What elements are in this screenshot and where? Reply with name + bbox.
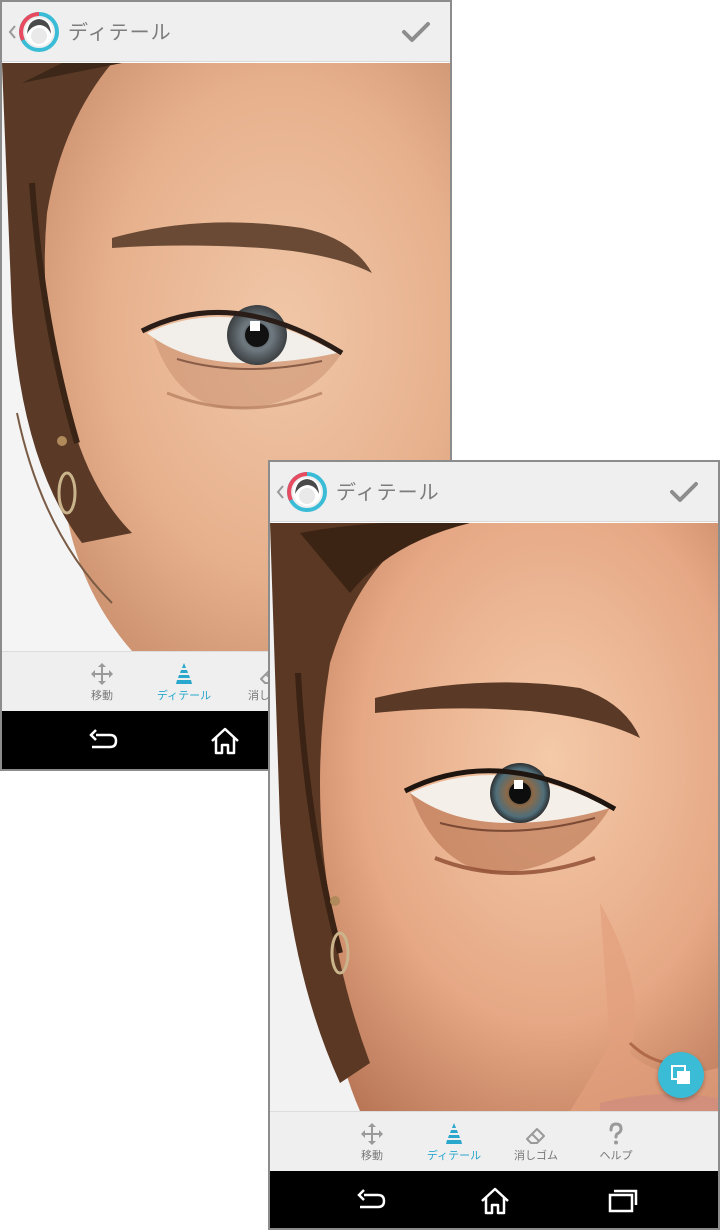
eraser-icon [526,1128,545,1144]
screen-title: ディテール [336,480,440,504]
tool-detail[interactable]: ディテール [414,1112,494,1172]
photo-canvas[interactable] [270,523,718,1111]
facetune-logo-icon[interactable] [287,472,327,512]
move-arrows-icon [91,663,113,685]
tool-move[interactable]: 移動 [62,652,142,712]
back-icon[interactable] [354,1185,388,1217]
compare-button[interactable] [658,1052,704,1098]
facetune-logo-icon[interactable] [19,12,59,52]
back-chevron-icon[interactable] [6,21,18,43]
back-icon[interactable] [86,725,120,757]
tool-detail-label: ディテール [426,1149,482,1162]
tool-move[interactable]: 移動 [332,1112,412,1172]
tool-bar: 移動 ディテール 消しゴム ヘルプ [270,1111,718,1171]
move-arrows-icon [361,1123,383,1145]
tool-detail-label: ディテール [156,689,212,702]
checkmark-icon[interactable] [668,476,700,508]
home-icon[interactable] [478,1185,512,1217]
compare-icon [671,1065,690,1084]
tool-eraser[interactable]: 消しゴム [496,1112,576,1172]
tool-move-label: 移動 [361,1149,383,1162]
home-icon[interactable] [208,725,242,757]
android-nav-bar [270,1171,718,1228]
app-bar: ディテール [270,462,718,522]
tool-help-label: ヘルプ [599,1149,633,1162]
tool-eraser-label: 消しゴム [514,1149,558,1162]
tool-detail[interactable]: ディテール [144,652,224,712]
detail-pyramid-icon [446,1123,462,1144]
help-question-icon [609,1122,623,1145]
tool-move-label: 移動 [91,689,113,702]
face-photo [270,523,718,1111]
recent-apps-icon[interactable] [604,1185,638,1217]
screen-title: ディテール [68,20,172,44]
screenshot-after: ディテール 移動 ディテール 消しゴム ヘルプ [268,460,720,1230]
app-bar: ディテール [2,2,450,62]
detail-pyramid-icon [176,663,192,684]
back-chevron-icon[interactable] [274,481,286,503]
checkmark-icon[interactable] [400,16,432,48]
tool-help[interactable]: ヘルプ [576,1112,656,1172]
